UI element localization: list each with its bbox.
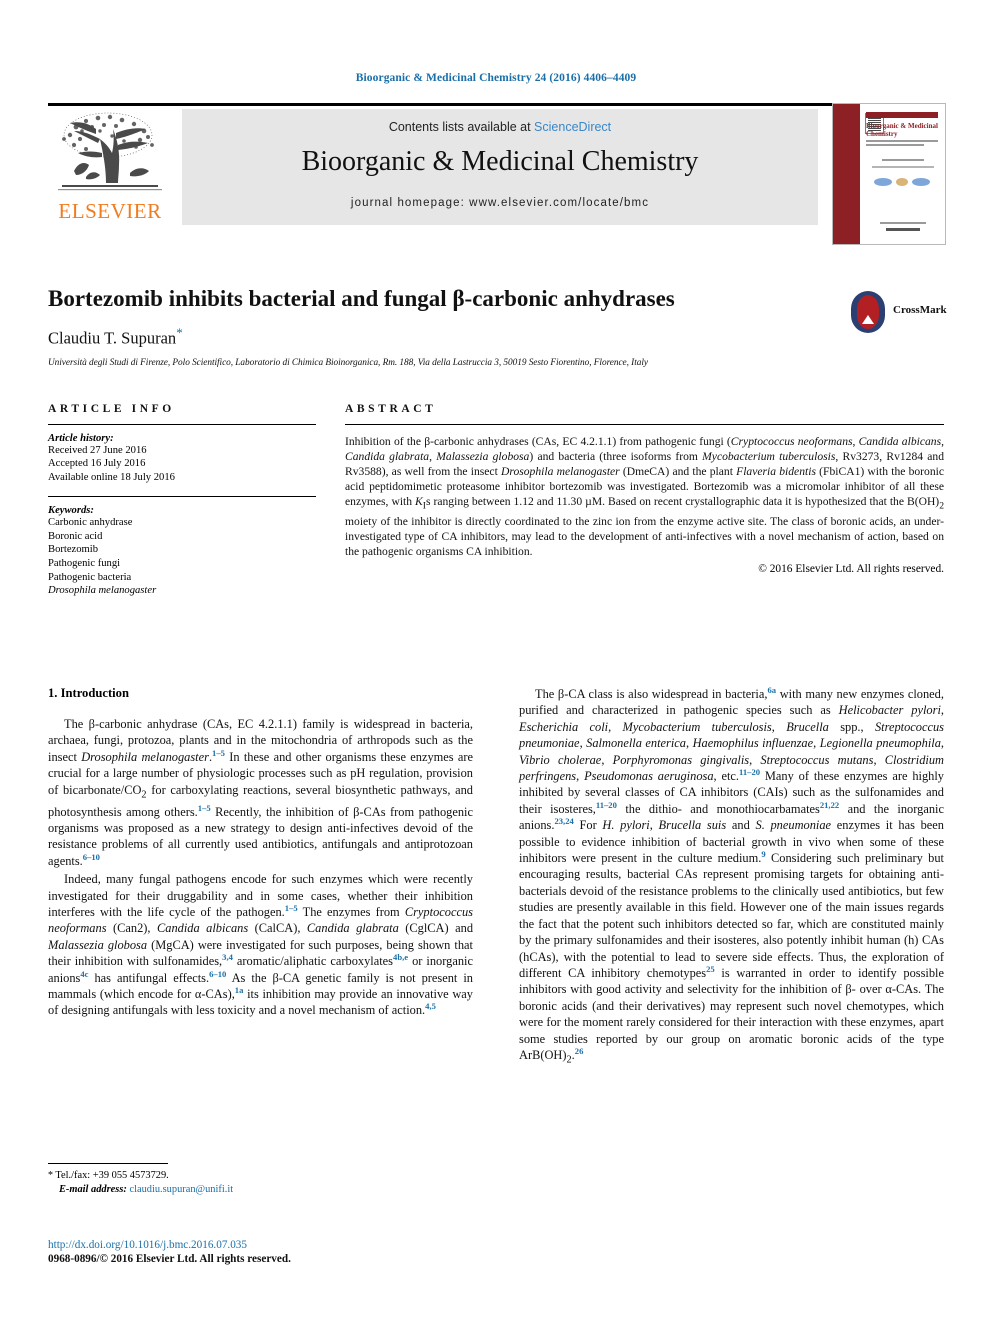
cover-molecule-graphic xyxy=(872,174,934,190)
history-available-online: Available online 18 July 2016 xyxy=(48,471,175,483)
cover-foot-rule-1 xyxy=(880,222,926,224)
cover-face: Bioorganic & Medicinal Chemistry xyxy=(860,104,945,244)
body-column-left: 1. Introduction The β-carbonic anhydrase… xyxy=(48,686,473,1021)
cover-foot-rule-2 xyxy=(886,228,920,231)
footnote-rule xyxy=(48,1163,168,1164)
cover-mid-rule-2 xyxy=(872,166,934,168)
keyword-item: Drosophila melanogaster xyxy=(48,585,157,597)
cover-top-bar xyxy=(866,112,938,118)
abstract-copyright: © 2016 Elsevier Ltd. All rights reserved… xyxy=(758,563,944,576)
history-received: Received 27 June 2016 xyxy=(48,445,147,456)
cover-journal-title: Bioorganic & Medicinal Chemistry xyxy=(866,122,938,138)
issn-copyright: 0968-0896/© 2016 Elsevier Ltd. All right… xyxy=(48,1253,291,1265)
contents-available-line: Contents lists available at ScienceDirec… xyxy=(182,120,818,134)
affiliation: Università degli Studi di Firenze, Polo … xyxy=(48,357,648,368)
cover-subtitle-rule-1 xyxy=(866,140,938,142)
abstract-heading: ABSTRACT xyxy=(345,403,437,415)
author-name: Claudiu T. Supuran* xyxy=(48,325,944,349)
article-info-rule-mid xyxy=(48,496,316,498)
article-info-rule-top xyxy=(48,424,316,425)
keyword-item: Boronic acid xyxy=(48,530,103,542)
abstract-rule xyxy=(345,424,944,425)
footnote-tel-text: Tel./fax: +39 055 4573729. xyxy=(55,1170,169,1181)
abstract-text: Inhibition of the β-carbonic anhydrases … xyxy=(345,435,945,558)
journal-cover-thumbnail[interactable]: Bioorganic & Medicinal Chemistry xyxy=(832,103,946,245)
email-address-link[interactable]: claudiu.supuran@unifi.it xyxy=(129,1184,233,1195)
crossmark-badge[interactable]: CrossMark xyxy=(849,291,947,335)
contents-prefix: Contents lists available at xyxy=(388,120,535,134)
page-title: Bortezomib inhibits bacterial and fungal… xyxy=(48,286,675,311)
journal-masthead: ELSEVIER Contents lists available at Sci… xyxy=(48,103,946,245)
article-info-heading: ARTICLE INFO xyxy=(48,403,175,415)
title-block: Bortezomib inhibits bacterial and fungal… xyxy=(48,285,944,368)
history-accepted: Accepted 16 July 2016 xyxy=(48,458,146,470)
sciencedirect-link[interactable]: ScienceDirect xyxy=(534,120,611,134)
elsevier-logo: ELSEVIER xyxy=(50,109,170,225)
cover-subtitle-rule-2 xyxy=(866,144,924,146)
doi-link[interactable]: http://dx.doi.org/10.1016/j.bmc.2016.07.… xyxy=(48,1238,473,1252)
elsevier-tree-icon xyxy=(58,112,162,191)
keyword-item: Carbonic anhydrase xyxy=(48,517,133,529)
corresponding-author-footnote: * Tel./fax: +39 055 4573729. E-mail addr… xyxy=(48,1163,473,1197)
keywords-label: Keywords: xyxy=(48,505,94,517)
masthead-band: Contents lists available at ScienceDirec… xyxy=(182,109,818,225)
author-footnote-marker[interactable]: * xyxy=(176,325,183,340)
body-column-right: The β-CA class is also widespread in bac… xyxy=(519,686,944,1071)
abstract-column: ABSTRACT Inhibition of the β-carbonic an… xyxy=(345,403,944,575)
author-label: Claudiu T. Supuran xyxy=(48,328,177,348)
article-info-column: ARTICLE INFO Article history: Received 2… xyxy=(48,403,316,598)
crossmark-icon xyxy=(849,291,889,333)
keyword-item: Bortezomib xyxy=(48,544,99,556)
email-address-label: E-mail address: xyxy=(59,1184,127,1195)
paragraph: Indeed, many fungal pathogens encode for… xyxy=(48,872,474,1018)
cover-mid-rule-1 xyxy=(882,159,924,161)
journal-title: Bioorganic & Medicinal Chemistry xyxy=(301,146,699,177)
paragraph: The β-CA class is also widespread in bac… xyxy=(519,684,945,1066)
elsevier-wordmark: ELSEVIER xyxy=(58,199,162,223)
footer-doi-block: http://dx.doi.org/10.1016/j.bmc.2016.07.… xyxy=(48,1238,473,1266)
keyword-item: Pathogenic fungi xyxy=(48,558,121,569)
footnote-tel: * Tel./fax: +39 055 4573729. xyxy=(48,1169,473,1183)
paragraph: The β-carbonic anhydrase (CAs, EC 4.2.1.… xyxy=(48,717,474,868)
footnote-marker: * xyxy=(48,1170,53,1181)
running-head: Bioorganic & Medicinal Chemistry 24 (201… xyxy=(355,72,637,84)
masthead-top-rule xyxy=(48,103,944,106)
journal-homepage-link[interactable]: journal homepage: www.elsevier.com/locat… xyxy=(182,197,818,209)
cover-spine xyxy=(833,104,860,244)
article-page: Bioorganic & Medicinal Chemistry 24 (201… xyxy=(0,0,992,1323)
footnote-email: E-mail address: claudiu.supuran@unifi.it xyxy=(48,1183,473,1197)
crossmark-label: CrossMark xyxy=(893,304,947,316)
article-history-label: Article history: xyxy=(48,433,114,444)
keyword-item: Pathogenic bacteria xyxy=(48,571,132,583)
section-heading-introduction: 1. Introduction xyxy=(48,686,129,700)
